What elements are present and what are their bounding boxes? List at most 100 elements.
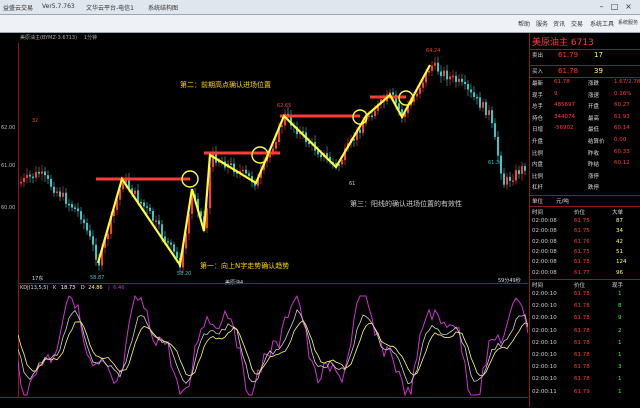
- candle-body: [35, 171, 37, 178]
- candlestick-chart[interactable]: [18, 43, 528, 281]
- stat-row-cell: 60.14: [614, 125, 630, 132]
- stat-row-cell: 1.67/2.78%: [614, 79, 640, 85]
- menu-news[interactable]: 资讯: [553, 19, 565, 28]
- price-label: 32: [32, 118, 39, 124]
- candle-body: [437, 62, 439, 72]
- annotation-step2: 第二：前期高点确认进场位置: [180, 81, 271, 89]
- candle-body: [461, 78, 463, 82]
- tick-row-cell: 8: [618, 303, 622, 310]
- candle-body: [149, 207, 151, 211]
- stat-row-cell: 杠杆: [532, 185, 544, 192]
- candle-body: [455, 75, 457, 82]
- stat-row-cell: 9: [554, 90, 558, 97]
- tick-row-cell: 02:00:10: [532, 315, 557, 322]
- tick-row: 02:00:10 61.78 1: [530, 339, 640, 349]
- stat-row-cell: -56902: [554, 125, 574, 132]
- stat-row-cell: 最高: [588, 115, 600, 122]
- kdj-k-value: 18.73: [60, 285, 76, 291]
- price-label-mid: 62.65: [277, 103, 292, 109]
- tick-row-cell: 61.78: [574, 303, 590, 310]
- tick-row-cell: 3: [618, 364, 622, 371]
- buy-price[interactable]: 61.78: [558, 67, 578, 75]
- candle-body: [41, 171, 43, 174]
- candle-body: [155, 220, 157, 222]
- tick-row-cell: 02:00:10: [532, 364, 557, 371]
- trades-header-cell: 价位: [574, 210, 586, 216]
- stat-row: 比例 昨收 60.33: [530, 148, 640, 158]
- title-bar: 益盛云交易 Ver5.7.763 文华云平台-电信1 系统结构图 – □ ×: [0, 0, 640, 15]
- trade-row: 02:00:08 61.75 34: [530, 227, 640, 237]
- candle-body: [449, 76, 451, 80]
- candle-body: [434, 62, 436, 66]
- candle-body: [29, 174, 31, 177]
- price-axis-label: 60.00: [1, 205, 16, 211]
- annotation-step3: 第三：阳线的确认进场位置的有效性: [350, 200, 462, 208]
- candle-body: [512, 180, 514, 182]
- candle-body: [518, 170, 520, 174]
- candle-body: [44, 171, 46, 176]
- stat-row-cell: 61.78: [554, 79, 570, 85]
- candle-body: [62, 192, 64, 197]
- candle-body: [65, 192, 67, 204]
- candle-body: [446, 70, 448, 80]
- candle-body: [158, 220, 160, 225]
- kdj-j-value: 6.46: [113, 285, 125, 291]
- candle-body: [503, 173, 505, 185]
- menu-system-tools[interactable]: 系统工具: [590, 19, 614, 28]
- candle-body: [242, 169, 244, 172]
- candle-body: [275, 141, 277, 149]
- tick-row-cell: 61.78: [574, 315, 590, 322]
- candle-body: [392, 92, 394, 95]
- minimize-button[interactable]: –: [596, 2, 607, 11]
- candle-body: [341, 160, 343, 165]
- stat-row-cell: 61.93: [614, 113, 630, 120]
- pane-divider[interactable]: [18, 283, 528, 284]
- candle-body: [485, 102, 487, 115]
- candle-body: [56, 191, 58, 193]
- trade-row-cell: 61.76: [574, 238, 590, 245]
- candle-body: [86, 222, 88, 231]
- candle-body: [521, 166, 523, 174]
- stat-row: 内盘 昨结 60.12: [530, 159, 640, 169]
- candle-body: [167, 241, 169, 243]
- kdj-d-line: [18, 320, 528, 377]
- menu-help[interactable]: 帮助: [518, 19, 530, 28]
- trade-row: 02:00:08 61.75 51: [530, 248, 640, 258]
- candle-body: [419, 87, 421, 94]
- candle-body: [38, 171, 40, 174]
- tick-row: 02:00:10 61.78 1: [530, 290, 640, 300]
- stat-row: 最新 61.78 涨跌 1.67/2.78%: [530, 78, 640, 88]
- kdj-j-line: [18, 294, 528, 397]
- sell-price[interactable]: 61.79: [558, 51, 578, 59]
- doc-tab[interactable]: 系统结构图: [148, 3, 178, 12]
- stat-row: 现手 9 涨速 0.16%: [530, 90, 640, 100]
- tick-row-cell: 2: [618, 327, 622, 334]
- candle-body: [359, 129, 361, 133]
- tick-row-cell: 61.78: [574, 291, 590, 297]
- tick-row-cell: 61.79: [574, 388, 590, 395]
- chart-period[interactable]: 1分钟: [84, 34, 97, 41]
- tick-row-cell: 1: [618, 376, 622, 383]
- candle-body: [32, 176, 34, 179]
- trade-row-cell: 02:00:08: [532, 238, 557, 245]
- chart-symbol[interactable]: 美原油主(BYMZ-3.6713): [20, 34, 77, 41]
- trades-header-cell: 大单: [612, 210, 624, 216]
- price-label-low2: 58.20: [177, 271, 192, 277]
- candle-body: [467, 84, 469, 90]
- kdj-indicator-chart[interactable]: [18, 294, 528, 397]
- trade-row-cell: 61.75: [574, 248, 590, 255]
- menu-system-service[interactable]: 系统服务: [618, 19, 638, 26]
- candle-body: [494, 123, 496, 137]
- close-button[interactable]: ×: [623, 2, 634, 11]
- maximize-button[interactable]: □: [609, 2, 620, 11]
- candle-body: [161, 224, 163, 237]
- stat-row-cell: 现手: [532, 92, 544, 99]
- kdj-name: KDJ(13,5,5): [20, 285, 49, 291]
- tick-row-cell: 61.78: [574, 327, 590, 334]
- candle-body: [428, 70, 430, 73]
- candle-body: [431, 65, 433, 71]
- candle-body: [176, 251, 178, 258]
- menu-trade[interactable]: 交易: [571, 19, 583, 28]
- ticks-list: 时间 价位 现手 02:00:10 61.78 1 02:00:10 61.78 8 02:00:…: [530, 279, 640, 395]
- menu-service[interactable]: 服务: [536, 19, 548, 28]
